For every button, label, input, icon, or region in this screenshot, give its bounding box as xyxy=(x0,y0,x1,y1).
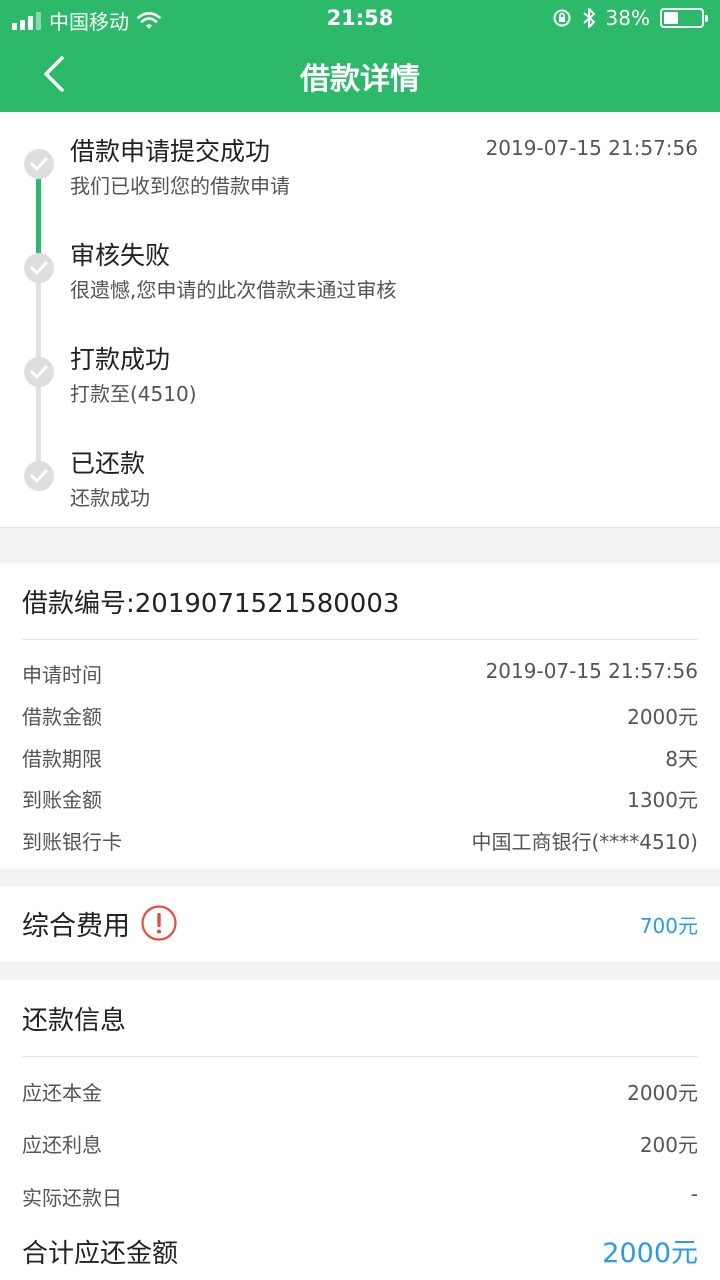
battery-level xyxy=(664,12,678,24)
info-alert-icon[interactable] xyxy=(140,904,178,942)
rotation-lock-icon xyxy=(553,9,571,27)
check-icon xyxy=(24,253,54,283)
battery-icon xyxy=(660,8,708,28)
loan-term-label: 借款期限 xyxy=(22,747,102,771)
principal-value: 2000元 xyxy=(627,1081,698,1105)
timeline-step-desc: 还款成功 xyxy=(70,486,150,510)
actual-repay-date-label: 实际还款日 xyxy=(22,1186,122,1210)
divider xyxy=(22,1056,698,1057)
timeline-step-time: 2019-07-15 21:57:56 xyxy=(485,136,698,160)
timeline-step-desc: 打款至(4510) xyxy=(70,382,197,406)
fee-row[interactable]: 综合费用 700元 xyxy=(0,886,720,962)
loan-number: 借款编号:2019071521580003 xyxy=(22,589,400,619)
fee-value: 700元 xyxy=(639,914,698,938)
repayment-info-card: 还款信息 应还本金 2000元 应还利息 200元 实际还款日 - 合计应还金额… xyxy=(0,980,720,1280)
received-amount-value: 1300元 xyxy=(627,788,698,812)
total-due-value: 2000元 xyxy=(602,1238,698,1269)
apply-time-label: 申请时间 xyxy=(22,663,102,687)
fee-label: 综合费用 xyxy=(22,911,130,942)
timeline-step-title: 打款成功 xyxy=(70,345,171,374)
page-title: 借款详情 xyxy=(300,62,420,97)
timeline-step-desc: 我们已收到您的借款申请 xyxy=(70,174,290,198)
timeline-step-title: 审核失败 xyxy=(70,241,171,270)
bank-card-value: 中国工商银行(****4510) xyxy=(471,830,698,854)
loan-amount-value: 2000元 xyxy=(627,705,698,729)
app-header: 中国移动 21:58 38% 借款详情 xyxy=(0,0,720,112)
check-icon xyxy=(24,357,54,387)
check-icon xyxy=(24,149,54,179)
principal-label: 应还本金 xyxy=(22,1081,102,1105)
nav-bar: 借款详情 xyxy=(0,38,720,112)
loan-term-value: 8天 xyxy=(665,747,698,771)
bank-card-label: 到账银行卡 xyxy=(22,830,122,854)
check-icon xyxy=(24,461,54,491)
interest-label: 应还利息 xyxy=(22,1133,102,1157)
loan-amount-label: 借款金额 xyxy=(22,705,102,729)
timeline-step-title: 借款申请提交成功 xyxy=(70,137,271,166)
interest-value: 200元 xyxy=(639,1133,698,1157)
loan-progress-timeline: 借款申请提交成功 我们已收到您的借款申请 2019-07-15 21:57:56… xyxy=(0,112,720,528)
divider xyxy=(22,639,698,640)
battery-percent: 38% xyxy=(605,6,650,30)
total-due-label: 合计应还金额 xyxy=(22,1239,179,1269)
loan-info-card: 借款编号:2019071521580003 申请时间 2019-07-15 21… xyxy=(0,563,720,869)
timeline-step-title: 已还款 xyxy=(70,449,146,478)
bluetooth-icon xyxy=(582,8,595,28)
apply-time-value: 2019-07-15 21:57:56 xyxy=(485,659,698,683)
status-bar: 中国移动 21:58 38% xyxy=(0,0,720,38)
repay-section-title: 还款信息 xyxy=(22,1006,127,1036)
actual-repay-date-value: - xyxy=(690,1182,698,1206)
timeline-step-desc: 很遗憾,您申请的此次借款未通过审核 xyxy=(70,278,397,302)
received-amount-label: 到账金额 xyxy=(22,788,102,812)
